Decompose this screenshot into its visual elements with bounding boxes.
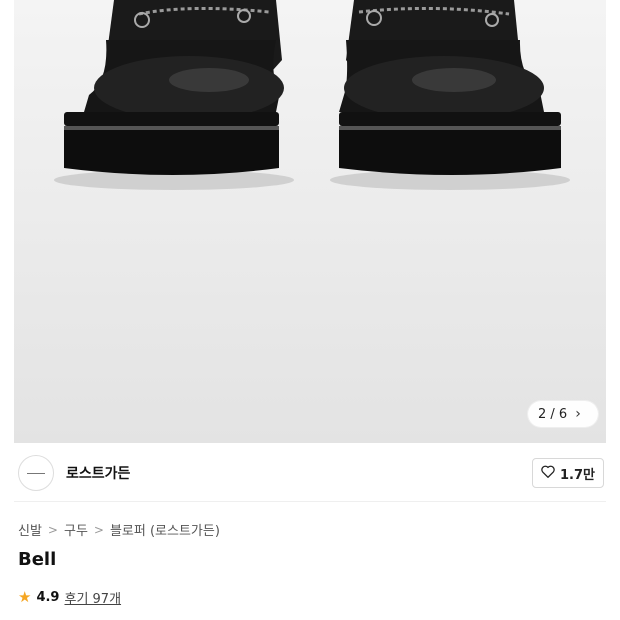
product-page: 2 / 6 › 로스트가든 1.7만 신발 > 구두 > 블로퍼 (로스트가든)… — [0, 0, 620, 620]
chevron-right-icon: › — [575, 406, 581, 422]
image-counter-text: 2 / 6 — [538, 406, 568, 422]
rating-row: ★ 4.9 후기 97개 — [18, 588, 121, 608]
breadcrumb-item-category[interactable]: 신발 — [18, 520, 42, 539]
breadcrumb-item-subcategory[interactable]: 구두 — [64, 520, 88, 539]
like-count: 1.7만 — [560, 467, 595, 483]
breadcrumb: 신발 > 구두 > 블로퍼 (로스트가든) — [18, 520, 220, 540]
rating-score: 4.9 — [36, 590, 60, 605]
product-title: Bell — [18, 549, 57, 570]
product-image-gallery[interactable]: 2 / 6 › — [14, 0, 606, 443]
heart-icon — [541, 465, 555, 482]
review-count-link[interactable]: 후기 97개 — [64, 588, 121, 607]
image-counter[interactable]: 2 / 6 › — [528, 401, 598, 427]
brand-row: 로스트가든 1.7만 — [18, 452, 604, 494]
breadcrumb-separator: > — [93, 522, 104, 537]
breadcrumb-separator: > — [47, 522, 58, 537]
shoe-product-image — [54, 0, 570, 190]
breadcrumb-item-type[interactable]: 블로퍼 (로스트가든) — [110, 520, 220, 539]
star-icon: ★ — [18, 588, 32, 606]
brand-logo[interactable] — [18, 455, 54, 491]
divider — [14, 501, 606, 502]
brand-name[interactable]: 로스트가든 — [66, 463, 130, 483]
like-button[interactable]: 1.7만 — [532, 458, 604, 488]
